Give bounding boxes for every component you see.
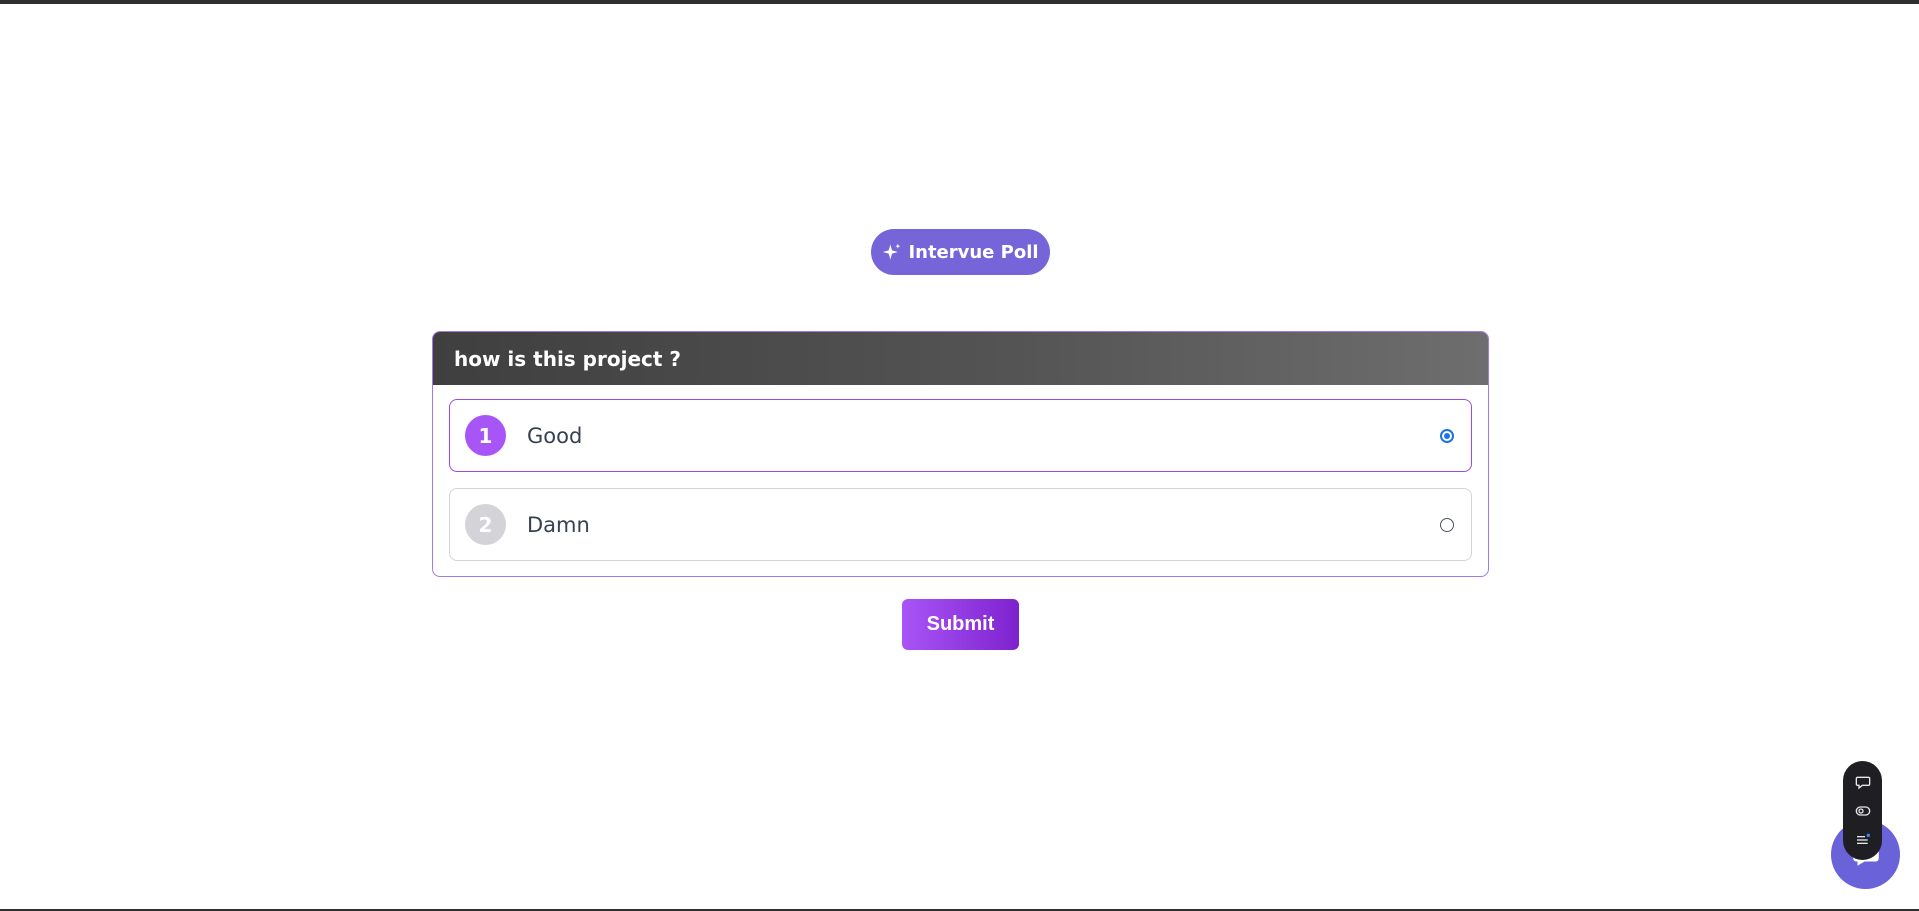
top-border — [0, 0, 1919, 4]
option-label: Damn — [527, 512, 590, 537]
poll-question-text: how is this project ? — [454, 346, 681, 371]
floating-toolbar — [1843, 761, 1882, 860]
option-number-badge: 1 — [465, 415, 506, 456]
poll-card: how is this project ? 1 Good 2 Damn — [432, 331, 1489, 577]
option-number: 1 — [478, 423, 493, 448]
sparkle-icon — [882, 242, 902, 262]
option-number-badge: 2 — [465, 504, 506, 545]
option-radio[interactable] — [1440, 517, 1454, 532]
option-radio[interactable] — [1440, 428, 1454, 443]
poll-option-good[interactable]: 1 Good — [449, 399, 1472, 472]
eye-toggle-icon[interactable] — [1854, 802, 1872, 820]
poll-options: 1 Good 2 Damn — [433, 385, 1488, 561]
poll-question: how is this project ? — [433, 332, 1488, 385]
list-menu-icon[interactable] — [1854, 831, 1872, 849]
submit-button[interactable]: Submit — [902, 599, 1019, 650]
badge-label: Intervue Poll — [908, 241, 1039, 263]
option-label: Good — [527, 423, 583, 448]
option-number: 2 — [478, 512, 493, 537]
chat-bubble-icon[interactable] — [1854, 773, 1872, 791]
poll-option-damn[interactable]: 2 Damn — [449, 488, 1472, 561]
intervue-poll-badge: Intervue Poll — [871, 229, 1050, 275]
